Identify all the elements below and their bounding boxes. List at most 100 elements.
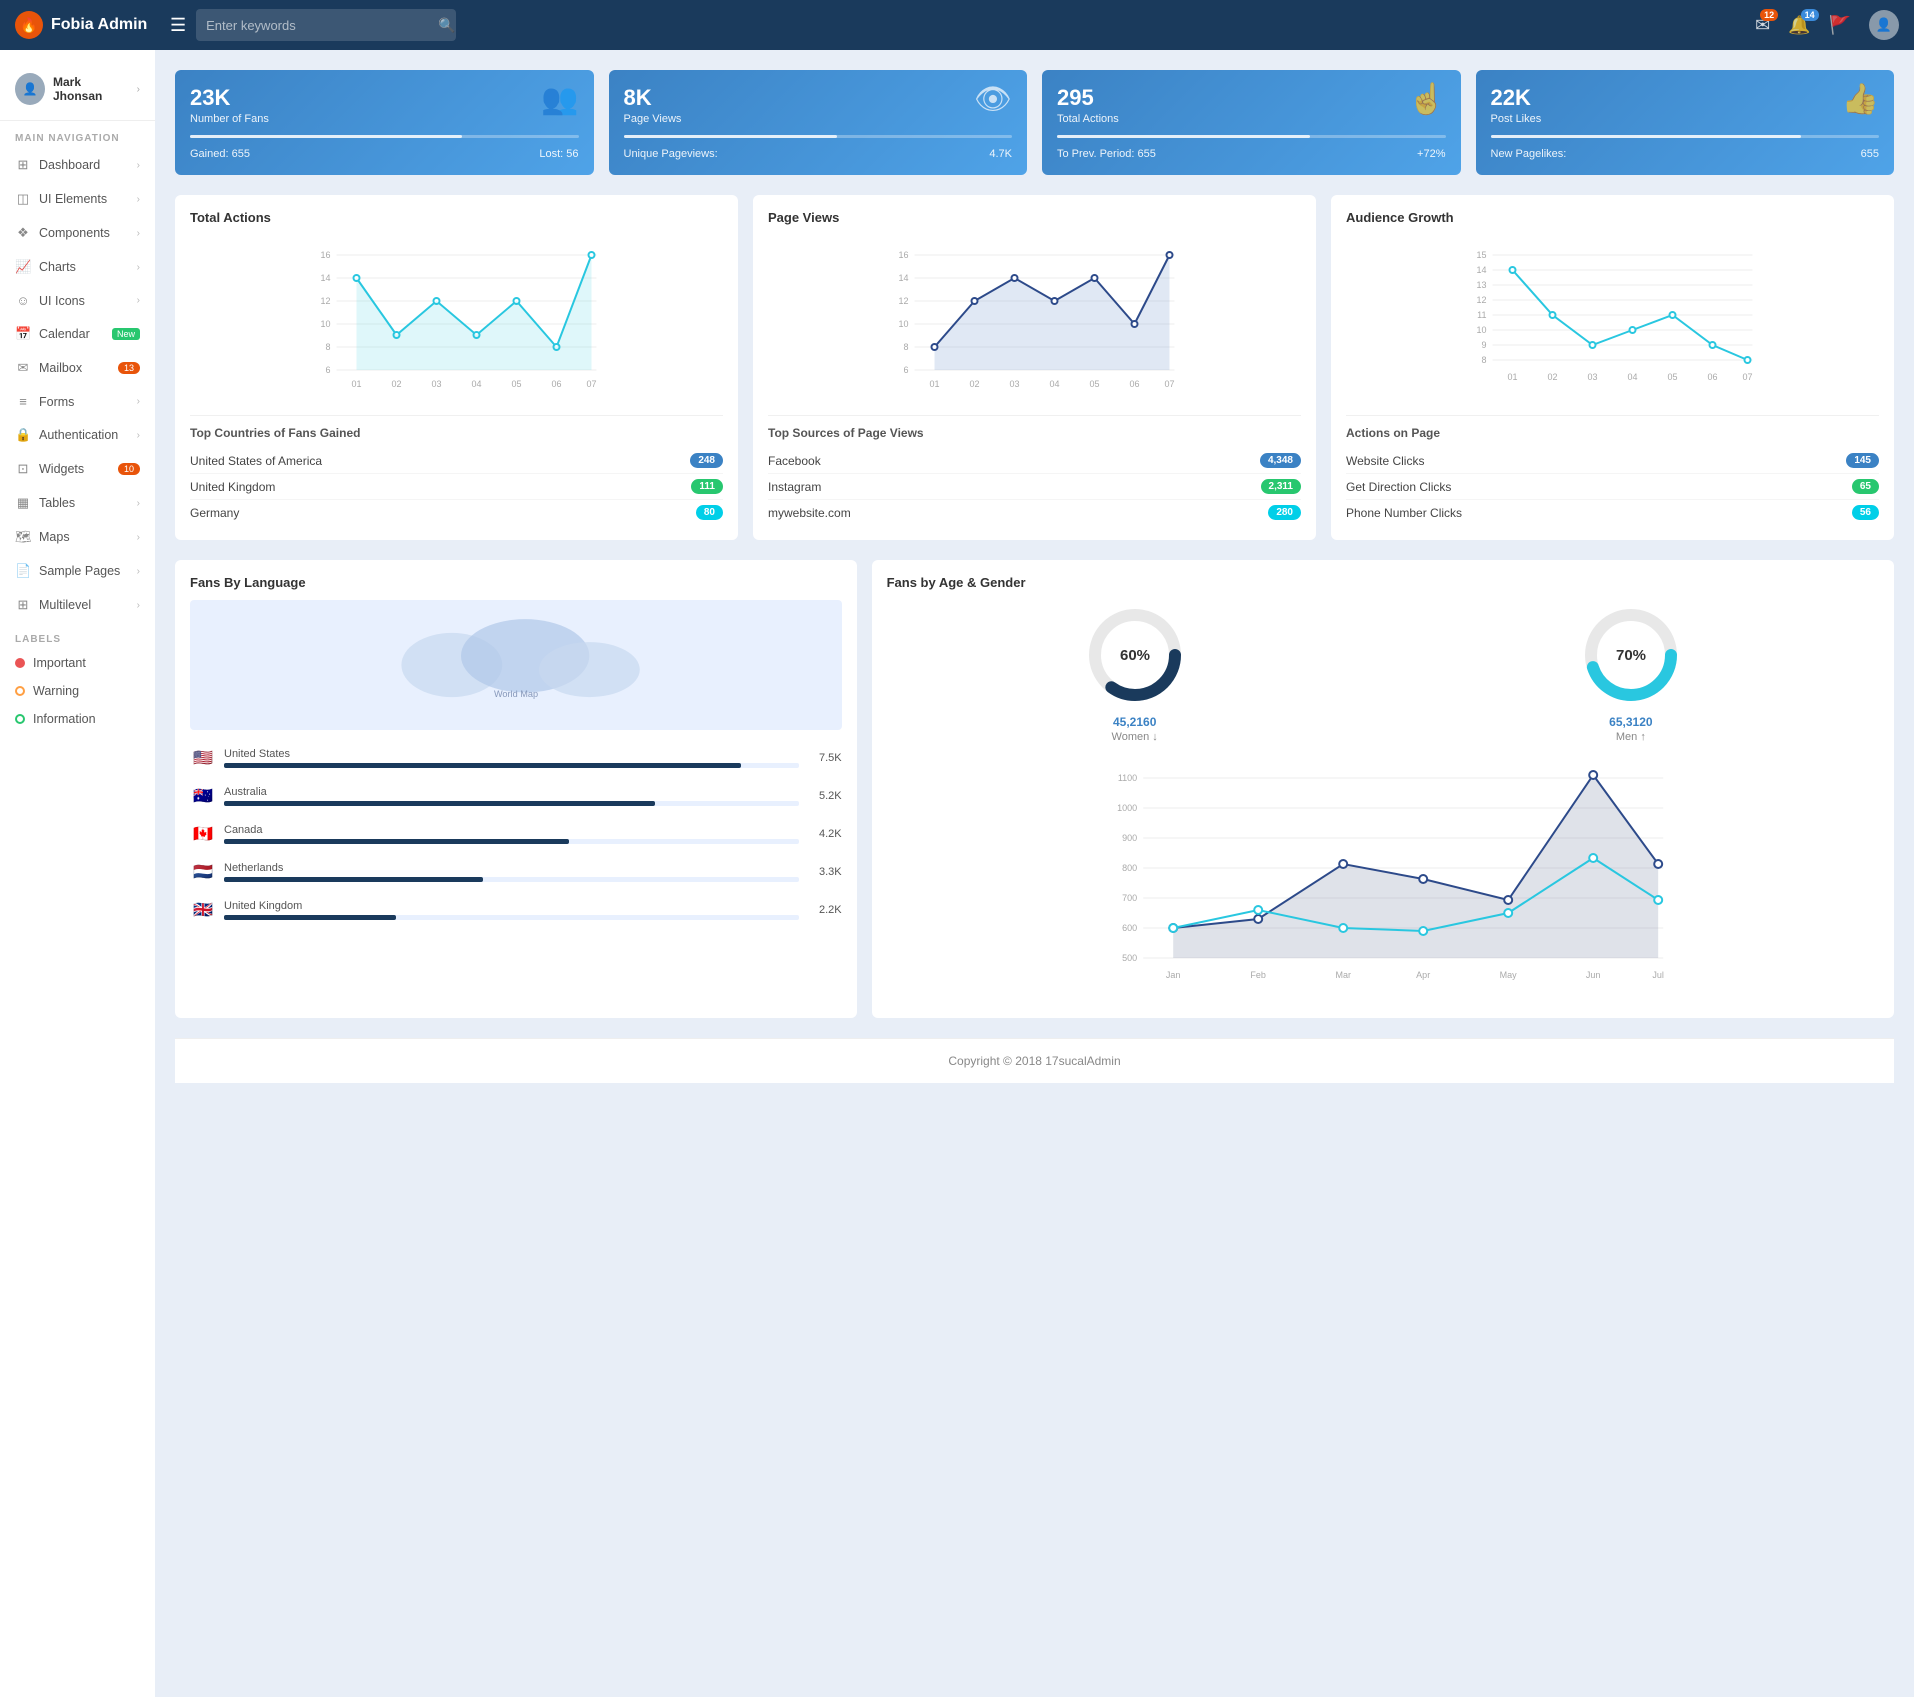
svg-text:12: 12 bbox=[320, 296, 330, 306]
mailbox-badge: 13 bbox=[118, 362, 140, 374]
total-actions-table-title: Top Countries of Fans Gained bbox=[190, 426, 723, 440]
sidebar-item-forms[interactable]: ≡ Forms › bbox=[0, 385, 155, 418]
sidebar-item-maps[interactable]: 🗺 Maps › bbox=[0, 520, 155, 554]
sidebar: 👤 Mark Jhonsan › MAIN NAVIGATION ⊞ Dashb… bbox=[0, 50, 155, 1697]
sidebar-item-ui-elements[interactable]: ◫ UI Elements › bbox=[0, 182, 155, 216]
svg-text:900: 900 bbox=[1122, 833, 1137, 843]
lang-bar-au: 🇦🇺 Australia 5.2K bbox=[190, 783, 842, 809]
information-dot bbox=[15, 714, 25, 724]
authentication-icon: 🔒 bbox=[15, 427, 31, 443]
audience-growth-table: Actions on Page Website Clicks 145 Get D… bbox=[1346, 415, 1879, 525]
fans-icon: 👥 bbox=[541, 82, 578, 117]
mail-badge: 12 bbox=[1760, 9, 1778, 21]
women-donut: 60% 45,2160 Women ↓ bbox=[1080, 600, 1190, 743]
sidebar-item-charts[interactable]: 📈 Charts › bbox=[0, 250, 155, 284]
svg-text:03: 03 bbox=[1587, 372, 1597, 382]
sample-pages-icon: 📄 bbox=[15, 563, 31, 579]
svg-text:07: 07 bbox=[586, 379, 596, 389]
svg-text:01: 01 bbox=[351, 379, 361, 389]
svg-text:8: 8 bbox=[1481, 355, 1486, 365]
arrow-icon: › bbox=[137, 194, 140, 205]
sidebar-item-tables[interactable]: ▦ Tables › bbox=[0, 486, 155, 520]
top-navigation: 🔥 Fobia Admin ☰ 🔍 ✉ 12 🔔 14 🚩 👤 bbox=[0, 0, 1914, 50]
page-views-table-title: Top Sources of Page Views bbox=[768, 426, 1301, 440]
sidebar-item-sample-pages[interactable]: 📄 Sample Pages › bbox=[0, 554, 155, 588]
footer: Copyright © 2018 17sucalAdmin bbox=[175, 1038, 1894, 1083]
svg-text:6: 6 bbox=[325, 365, 330, 375]
au-flag: 🇦🇺 bbox=[190, 783, 216, 809]
sidebar-label-tables: Tables bbox=[39, 496, 75, 510]
svg-text:Apr: Apr bbox=[1416, 970, 1430, 980]
sidebar-label-forms: Forms bbox=[39, 395, 74, 409]
svg-text:02: 02 bbox=[969, 379, 979, 389]
men-desc: Men ↑ bbox=[1576, 731, 1686, 743]
sidebar-label-mailbox: Mailbox bbox=[39, 361, 82, 375]
svg-text:12: 12 bbox=[898, 296, 908, 306]
sidebar-item-calendar[interactable]: 📅 Calendar New bbox=[0, 317, 155, 351]
likes-left: New Pagelikes: bbox=[1491, 148, 1567, 160]
stat-card-pageviews: 8K Page Views 👁 Unique Pageviews: 4.7K bbox=[609, 70, 1028, 175]
fans-language-title: Fans By Language bbox=[190, 575, 842, 590]
brand-icon: 🔥 bbox=[15, 11, 43, 39]
audience-growth-title: Audience Growth bbox=[1346, 210, 1879, 225]
svg-text:9: 9 bbox=[1481, 340, 1486, 350]
table-row: Website Clicks 145 bbox=[1346, 448, 1879, 474]
components-icon: ❖ bbox=[15, 225, 31, 241]
tables-icon: ▦ bbox=[15, 495, 31, 511]
mail-icon-wrap[interactable]: ✉ 12 bbox=[1755, 15, 1770, 36]
label-important-text: Important bbox=[33, 656, 86, 670]
user-avatar[interactable]: 👤 bbox=[1869, 10, 1899, 40]
svg-text:May: May bbox=[1499, 970, 1517, 980]
calendar-badge: New bbox=[112, 328, 140, 340]
arrow-icon: › bbox=[137, 295, 140, 306]
flag-icon: 🚩 bbox=[1829, 15, 1851, 35]
women-donut-svg: 60% bbox=[1080, 600, 1190, 710]
sidebar-avatar: 👤 bbox=[15, 73, 45, 105]
sidebar-item-dashboard[interactable]: ⊞ Dashboard › bbox=[0, 148, 155, 182]
arrow-icon: › bbox=[137, 498, 140, 509]
fans-number: 23K bbox=[190, 85, 579, 111]
multilevel-icon: ⊞ bbox=[15, 597, 31, 613]
svg-text:07: 07 bbox=[1742, 372, 1752, 382]
table-row: United Kingdom 111 bbox=[190, 474, 723, 500]
nl-flag: 🇳🇱 bbox=[190, 859, 216, 885]
us-flag: 🇺🇸 bbox=[190, 745, 216, 771]
arrow-icon: › bbox=[137, 600, 140, 611]
fans-right: Lost: 56 bbox=[539, 148, 578, 160]
arrow-icon: › bbox=[137, 160, 140, 171]
dashboard-icon: ⊞ bbox=[15, 157, 31, 173]
stat-card-fans: 23K Number of Fans 👥 Gained: 655 Lost: 5… bbox=[175, 70, 594, 175]
svg-text:World Map: World Map bbox=[494, 689, 538, 699]
sidebar-item-authentication[interactable]: 🔒 Authentication › bbox=[0, 418, 155, 452]
hamburger-menu[interactable]: ☰ bbox=[170, 15, 186, 36]
sidebar-label-ui-icons: UI Icons bbox=[39, 294, 85, 308]
sidebar-item-ui-icons[interactable]: ☺ UI Icons › bbox=[0, 284, 155, 317]
sidebar-item-components[interactable]: ❖ Components › bbox=[0, 216, 155, 250]
sidebar-item-widgets[interactable]: ⊡ Widgets 10 bbox=[0, 452, 155, 486]
svg-text:700: 700 bbox=[1122, 893, 1137, 903]
label-information-text: Information bbox=[33, 712, 96, 726]
svg-text:800: 800 bbox=[1122, 863, 1137, 873]
sidebar-item-mailbox[interactable]: ✉ Mailbox 13 bbox=[0, 351, 155, 385]
charts-row: Total Actions 16 14 12 10 8 6 bbox=[175, 195, 1894, 540]
bell-icon-wrap[interactable]: 🔔 14 bbox=[1788, 15, 1810, 36]
search-input[interactable] bbox=[196, 9, 456, 41]
label-warning[interactable]: Warning bbox=[0, 677, 155, 705]
audience-growth-chart: 15 14 13 12 11 10 9 8 01 02 03 04 05 06 … bbox=[1346, 235, 1879, 395]
arrow-icon: › bbox=[137, 262, 140, 273]
table-row: Facebook 4,348 bbox=[768, 448, 1301, 474]
label-information[interactable]: Information bbox=[0, 705, 155, 733]
svg-text:14: 14 bbox=[320, 273, 330, 283]
svg-text:16: 16 bbox=[320, 250, 330, 260]
flag-icon-wrap[interactable]: 🚩 bbox=[1829, 15, 1851, 36]
actions-left: To Prev. Period: 655 bbox=[1057, 148, 1156, 160]
label-important[interactable]: Important bbox=[0, 649, 155, 677]
donut-row: 60% 45,2160 Women ↓ 70% 65,3120 Men bbox=[887, 600, 1879, 743]
sidebar-item-multilevel[interactable]: ⊞ Multilevel › bbox=[0, 588, 155, 622]
svg-text:Jun: Jun bbox=[1586, 970, 1601, 980]
svg-text:04: 04 bbox=[471, 379, 481, 389]
arrow-icon: › bbox=[137, 532, 140, 543]
pageviews-number: 8K bbox=[624, 85, 1013, 111]
svg-text:06: 06 bbox=[1129, 379, 1139, 389]
table-row: Germany 80 bbox=[190, 500, 723, 525]
